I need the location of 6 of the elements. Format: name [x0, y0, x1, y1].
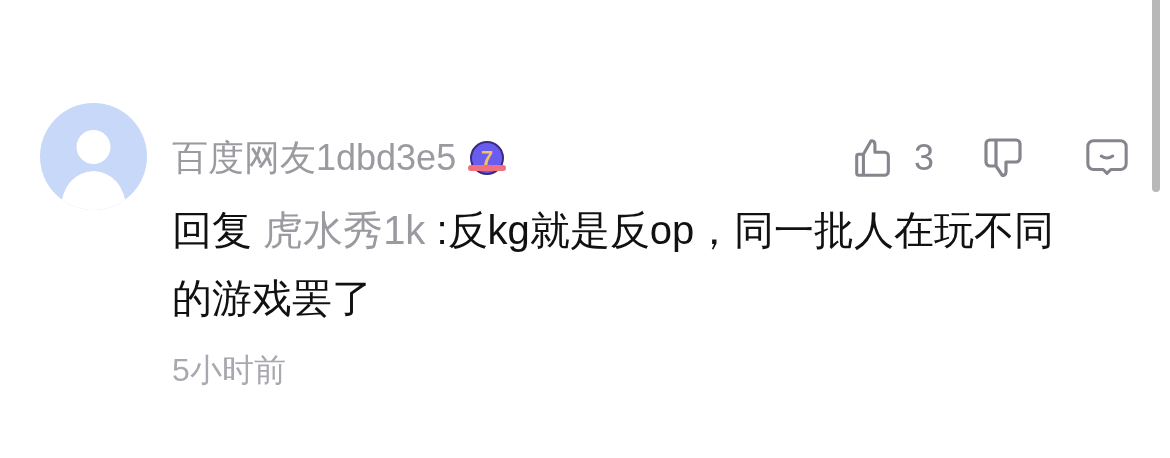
like-count: 3	[913, 136, 934, 180]
reply-text: 回复 虎水秀1k :反kg就是反op，同一批人在玩不同的游戏罢了	[172, 207, 1056, 322]
username[interactable]: 百度网友1dbd3e5	[172, 131, 457, 185]
timestamp: 5小时前	[172, 351, 287, 390]
scrollbar[interactable]	[1152, 0, 1160, 192]
user-link[interactable]: 虎水秀1k	[263, 208, 426, 252]
